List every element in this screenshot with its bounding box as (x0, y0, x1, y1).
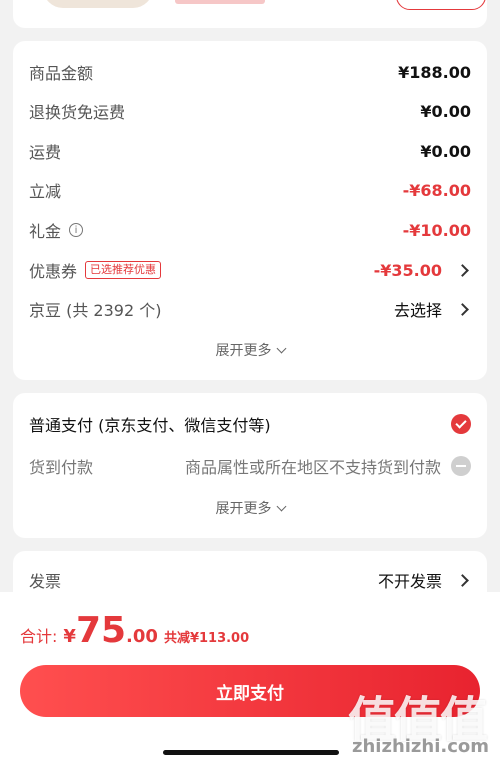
row-return-shipping: 退换货免运费 ¥0.00 (29, 99, 471, 123)
row-value: ¥0.00 (420, 101, 471, 121)
selected-check-icon[interactable] (451, 414, 471, 434)
order-total: 合计: ¥ 75 .00 共减¥113.00 (20, 610, 249, 651)
choose-beans-link[interactable]: 去选择 (394, 297, 442, 321)
price-summary-card: 商品金额 ¥188.00 退换货免运费 ¥0.00 运费 ¥0.00 立减 -¥… (13, 41, 487, 380)
cod-label: 货到付款 (29, 458, 94, 477)
expand-more-label: 展开更多 (215, 501, 272, 517)
row-label: 商品金额 (29, 64, 94, 83)
total-saved: 共减¥113.00 (163, 631, 250, 646)
row-label: 退换货免运费 (29, 103, 126, 122)
total-label: 合计: (20, 627, 58, 646)
product-price-partial (175, 0, 265, 4)
payment-option-normal[interactable]: 普通支付 (京东支付、微信支付等) (29, 412, 471, 436)
expand-more-button[interactable]: 展开更多 (13, 340, 487, 360)
invoice-label: 发票 (29, 572, 62, 591)
row-instant-discount: 立减 -¥68.00 (29, 178, 471, 202)
info-icon[interactable]: i (69, 223, 84, 237)
recommended-coupon-tag: 已选推荐优惠 (85, 261, 162, 279)
invoice-value: 不开发票 (377, 572, 442, 591)
chevron-right-icon (456, 302, 469, 316)
cod-unavailable-note: 商品属性或所在地区不支持货到付款 (184, 458, 441, 477)
disabled-radio-icon (451, 456, 471, 476)
row-value: ¥188.00 (398, 62, 471, 82)
row-shipping-fee: 运费 ¥0.00 (29, 139, 471, 163)
payment-option-cod: 货到付款 商品属性或所在地区不支持货到付款 (29, 454, 471, 478)
chevron-right-icon (456, 573, 469, 587)
row-label: 礼金 (29, 222, 62, 241)
row-label: 运费 (29, 143, 62, 162)
chevron-right-icon (456, 263, 469, 277)
row-label: 京豆 (共 2392 个) (29, 301, 162, 320)
row-label: 优惠券 (29, 262, 78, 281)
row-value: -¥10.00 (402, 220, 471, 240)
row-gift-money: 礼金 i -¥10.00 (29, 218, 471, 242)
chevron-down-icon (276, 501, 286, 512)
payment-option-label: 普通支付 (京东支付、微信支付等) (29, 416, 271, 435)
product-thumbnail (43, 0, 153, 8)
payment-method-card: 普通支付 (京东支付、微信支付等) 货到付款 商品属性或所在地区不支持货到付款 … (13, 393, 487, 538)
row-invoice[interactable]: 发票 不开发票 (29, 568, 471, 592)
chevron-down-icon (276, 343, 286, 354)
total-amount-decimal: .00 (126, 626, 158, 647)
product-action-button[interactable] (396, 0, 486, 10)
currency-symbol: ¥ (63, 626, 76, 647)
row-jd-beans[interactable]: 京豆 (共 2392 个) 去选择 (29, 297, 471, 321)
expand-more-button[interactable]: 展开更多 (13, 498, 487, 518)
watermark-url: zhizhizhi.com (352, 736, 490, 757)
row-value: ¥0.00 (420, 141, 471, 161)
total-amount-integer: 75 (75, 610, 127, 651)
home-indicator[interactable] (163, 750, 339, 755)
product-card-partial (13, 0, 487, 28)
row-coupon[interactable]: 优惠券 已选推荐优惠 -¥35.00 (29, 258, 471, 282)
row-goods-amount: 商品金额 ¥188.00 (29, 60, 471, 84)
row-value: -¥35.00 (373, 260, 442, 280)
expand-more-label: 展开更多 (215, 343, 272, 359)
row-value: -¥68.00 (402, 180, 471, 200)
row-label: 立减 (29, 182, 62, 201)
